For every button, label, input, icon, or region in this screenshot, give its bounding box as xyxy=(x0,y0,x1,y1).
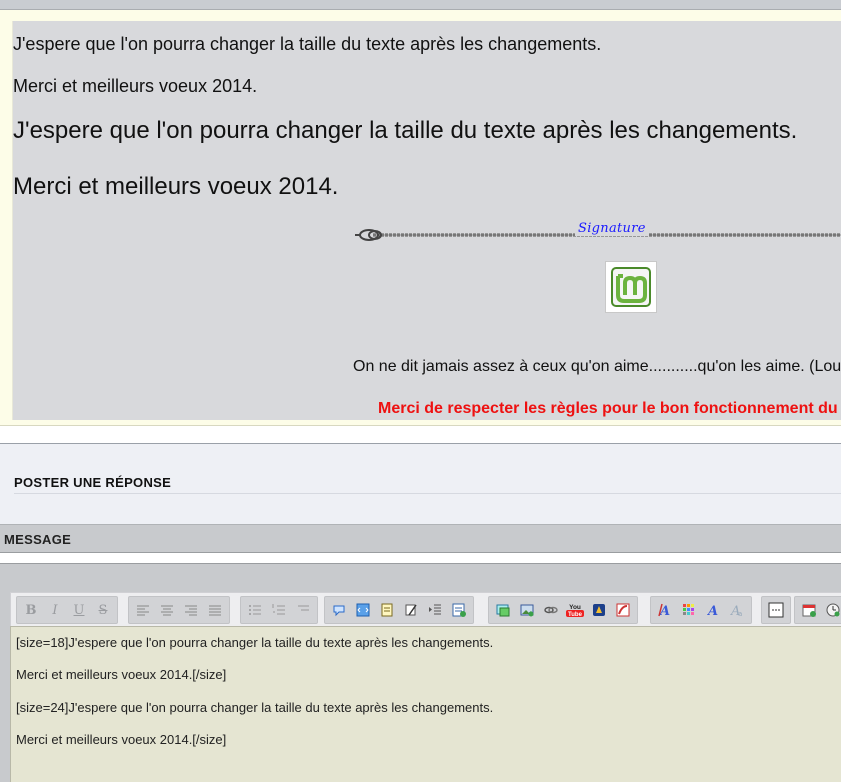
image-upload-icon[interactable] xyxy=(491,599,515,621)
spoiler-icon[interactable] xyxy=(375,599,399,621)
editor-container: B I U S You Tube A A A a [size=18]J'espe… xyxy=(0,563,841,782)
editor-line-4: Merci et meilleurs voeux 2014.[/size] xyxy=(16,732,227,747)
toolbar-group-date xyxy=(794,596,841,624)
quote-icon[interactable] xyxy=(327,599,351,621)
edit-note-icon[interactable] xyxy=(399,599,423,621)
align-center-icon[interactable] xyxy=(155,599,179,621)
numbered-list-icon[interactable] xyxy=(267,599,291,621)
signature-quote: On ne dit jamais assez à ceux qu'on aime… xyxy=(353,358,841,375)
editor-line-1: [size=18]J'espere que l'on pourra change… xyxy=(16,635,494,650)
bullet-list-icon[interactable] xyxy=(243,599,267,621)
message-header-bar: MESSAGE xyxy=(0,524,841,553)
list-item-icon[interactable] xyxy=(291,599,315,621)
signature-rules-notice: Merci de respecter les règles pour le bo… xyxy=(378,400,841,417)
toolbar-group-insert xyxy=(324,596,474,624)
font-color-icon[interactable]: A xyxy=(653,599,677,621)
message-heading: MESSAGE xyxy=(4,532,72,547)
toolbar-group-font: A A Aa xyxy=(650,596,752,624)
align-left-icon[interactable] xyxy=(131,599,155,621)
post-line-small-2: Merci et meilleurs voeux 2014. xyxy=(13,76,258,96)
toolbar-group-hr xyxy=(761,596,791,624)
post-body: J'espere que l'on pourra changer la tail… xyxy=(12,21,841,420)
align-justify-icon[interactable] xyxy=(203,599,227,621)
editor-line-2: Merci et meilleurs voeux 2014.[/size] xyxy=(16,667,227,682)
reply-heading-underline xyxy=(14,493,841,494)
svg-text:a: a xyxy=(738,610,742,617)
align-right-icon[interactable] xyxy=(179,599,203,621)
reply-heading: POSTER UNE RÉPONSE xyxy=(14,475,172,490)
video-embed-icon[interactable] xyxy=(587,599,611,621)
post-container: J'espere que l'on pourra changer la tail… xyxy=(0,10,841,426)
calendar-icon[interactable] xyxy=(797,599,821,621)
horizontal-rule-icon[interactable] xyxy=(764,599,788,621)
post-line-large-2: Merci et meilleurs voeux 2014. xyxy=(13,173,339,200)
reply-panel: POSTER UNE RÉPONSE xyxy=(0,444,841,524)
toolbar-group-format: B I U S xyxy=(16,596,118,624)
strike-button[interactable]: S xyxy=(91,599,115,621)
svg-text:A: A xyxy=(706,604,718,617)
font-face-icon[interactable]: A xyxy=(701,599,725,621)
youtube-icon-bottom-text: Tube xyxy=(568,612,583,618)
toolbar-group-media: You Tube xyxy=(488,596,638,624)
code-icon[interactable] xyxy=(351,599,375,621)
flash-icon[interactable] xyxy=(611,599,635,621)
youtube-icon[interactable]: You Tube xyxy=(563,599,587,621)
message-textarea[interactable]: [size=18]J'espere que l'on pourra change… xyxy=(10,626,841,782)
font-size-icon[interactable]: Aa xyxy=(725,599,749,621)
link-icon[interactable] xyxy=(539,599,563,621)
italic-button[interactable]: I xyxy=(43,599,67,621)
insert-image-icon[interactable] xyxy=(515,599,539,621)
linux-mint-logo-icon xyxy=(605,261,657,313)
color-palette-icon[interactable] xyxy=(677,599,701,621)
post-line-large-1: J'espere que l'on pourra changer la tail… xyxy=(13,117,798,144)
bold-button[interactable]: B xyxy=(19,599,43,621)
insert-table-icon[interactable] xyxy=(447,599,471,621)
editor-toolbar: B I U S You Tube A A A a xyxy=(10,592,841,627)
toolbar-group-align xyxy=(128,596,230,624)
post-line-small-1: J'espere que l'on pourra changer la tail… xyxy=(13,34,602,54)
top-bar xyxy=(0,0,841,10)
signature-label: Signature xyxy=(575,221,649,236)
toolbar-group-lists xyxy=(240,596,318,624)
clock-icon[interactable] xyxy=(821,599,841,621)
editor-line-3: [size=24]J'espere que l'on pourra change… xyxy=(16,700,494,715)
youtube-icon-top-text: You xyxy=(569,604,581,611)
indent-icon[interactable] xyxy=(423,599,447,621)
underline-button[interactable]: U xyxy=(67,599,91,621)
